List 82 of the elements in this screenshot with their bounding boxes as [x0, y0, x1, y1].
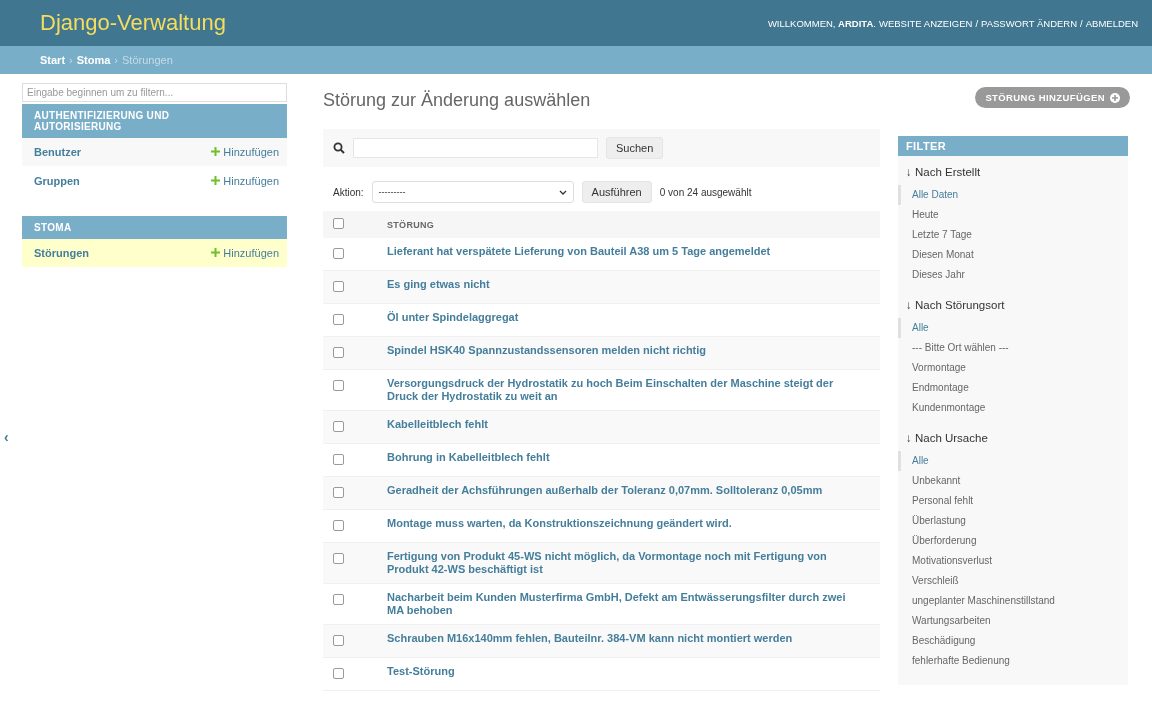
checkbox[interactable] [333, 635, 344, 646]
run-button[interactable]: Ausführen [581, 181, 652, 203]
nav-toggle[interactable]: ‹ [4, 429, 9, 445]
filter-option[interactable]: Alle [912, 322, 929, 333]
add-link[interactable]: Hinzufügen [211, 146, 279, 158]
search-icon [333, 142, 345, 154]
checkbox[interactable] [333, 248, 344, 259]
action-label: Aktion: [333, 186, 364, 198]
filter-heading: ↓ Nach Störungsort [906, 299, 1006, 311]
separator: / [975, 17, 978, 29]
filter-option[interactable]: Beschädigung [912, 635, 976, 646]
filter-option[interactable]: Kundenmontage [912, 402, 986, 413]
filter-option[interactable]: Überlastung [912, 515, 966, 526]
add-link[interactable]: Hinzufügen [211, 247, 279, 259]
user-link[interactable]: PASSWORT ÄNDERN [981, 17, 1078, 29]
filter-option[interactable]: fehlerhafte Bedienung [912, 655, 1010, 666]
filter-option[interactable]: Alle [912, 455, 929, 466]
module-caption[interactable]: STOMA [22, 216, 287, 239]
checkbox[interactable] [333, 668, 344, 679]
filter-option[interactable]: Unbekannt [912, 475, 961, 486]
separator: / [1080, 17, 1083, 29]
checkbox[interactable] [333, 218, 344, 229]
checkbox[interactable] [333, 594, 344, 605]
plus-icon [211, 147, 221, 156]
separator: › [114, 54, 119, 66]
checkbox[interactable] [333, 454, 344, 465]
filter-option[interactable]: Vormontage [912, 362, 966, 373]
action-select[interactable]: --------- [371, 181, 574, 203]
search-field[interactable] [353, 138, 598, 158]
filter-option[interactable]: ungeplanter Maschinenstillstand [912, 595, 1055, 606]
filter-heading: ↓ Nach Ursache [906, 432, 989, 444]
filter-option[interactable]: Dieses Jahr [912, 269, 965, 280]
column-header[interactable]: STÖRUNG [381, 211, 880, 238]
filter-option[interactable]: Wartungsarbeiten [912, 615, 991, 626]
breadcrumb-link[interactable]: Start [40, 54, 66, 66]
selection-counter: 0 von 24 ausgewählt [659, 186, 752, 198]
model-link[interactable]: Benutzer [34, 146, 82, 158]
row-link[interactable]: Versorgungsdruck der Hydrostatik zu hoch Beim Einschalten der Maschine steigt der Druck der Hydrostatik zu weit an [387, 377, 850, 403]
row-link[interactable]: Bohrung in Kabelleitblech fehlt [387, 451, 850, 464]
checkbox[interactable] [333, 520, 344, 531]
model-link[interactable]: Störungen [34, 247, 89, 259]
filter-caption: FILTER [898, 136, 1128, 156]
add-button[interactable]: STÖRUNG HINZUFÜGEN [975, 87, 1130, 108]
checkbox[interactable] [333, 314, 344, 325]
separator: › [69, 54, 73, 66]
row-link[interactable]: Montage muss warten, da Konstruktionszeichnung geändert wird. [387, 517, 850, 530]
checkbox[interactable] [333, 380, 344, 391]
filter-option[interactable]: Überforderung [912, 535, 977, 546]
row-link[interactable]: Nacharbeit beim Kunden Musterfirma GmbH, Defekt am Entwässerungsfilter durch zwei MA behoben [387, 591, 850, 617]
checkbox[interactable] [333, 487, 344, 498]
checkbox[interactable] [333, 553, 344, 564]
nav-filter-field[interactable]: Eingabe beginnen um zu filtern... [22, 83, 287, 102]
filter-option[interactable]: Letzte 7 Tage [912, 229, 972, 240]
filter-option[interactable]: Motivationsverlust [912, 555, 993, 566]
checkbox[interactable] [333, 281, 344, 292]
checkbox[interactable] [333, 347, 344, 358]
filter-heading: ↓ Nach Erstellt [906, 166, 982, 178]
filter-option[interactable]: --- Bitte Ort wählen --- [912, 342, 1009, 353]
plus-icon [211, 176, 221, 185]
caret-icon [558, 189, 567, 195]
module-caption[interactable]: AUTHENTIFIZIERUNG UND AUTORISIERUNG [22, 104, 287, 138]
plus-icon [1110, 92, 1120, 103]
model-link[interactable]: Gruppen [34, 175, 80, 187]
filter-option[interactable]: Diesen Monat [912, 249, 974, 260]
plus-icon [211, 248, 221, 257]
add-link[interactable]: Hinzufügen [211, 175, 279, 187]
page-title: Störung zur Änderung auswählen [323, 90, 591, 111]
checkbox[interactable] [333, 421, 344, 432]
filter-option[interactable]: Endmontage [912, 382, 969, 393]
user-link[interactable]: WEBSITE ANZEIGEN [878, 17, 973, 29]
filter-option[interactable]: Personal fehlt [912, 495, 974, 506]
row-link[interactable]: Test-Störung [387, 665, 850, 678]
row-link[interactable]: Lieferant hat verspätete Lieferung von Bauteil A38 um 5 Tage angemeldet [387, 245, 850, 258]
row-link[interactable]: Öl unter Spindelaggregat [387, 311, 850, 324]
site-title[interactable]: Django-Verwaltung [40, 10, 226, 36]
breadcrumb-link[interactable]: Stoma [76, 54, 111, 66]
search-button[interactable]: Suchen [606, 137, 664, 159]
user-link[interactable]: ABMELDEN [1085, 17, 1138, 29]
filter-option[interactable]: Verschleiß [912, 575, 959, 586]
welcome-text: WILLKOMMEN, ARDITA. [767, 17, 876, 29]
filter-option[interactable]: Heute [912, 209, 939, 220]
filter-option[interactable]: Alle Daten [912, 189, 959, 200]
